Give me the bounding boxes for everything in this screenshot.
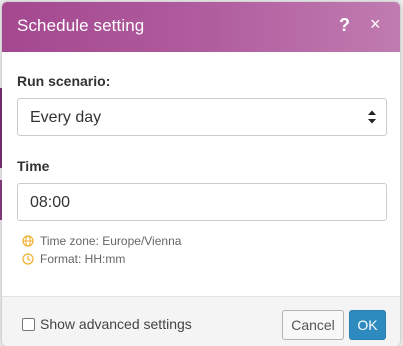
run-scenario-value: Every day [30, 109, 102, 126]
time-label: Time [17, 158, 50, 174]
close-button[interactable]: × [370, 14, 381, 35]
cancel-button[interactable]: Cancel [282, 310, 344, 340]
advanced-settings-label[interactable]: Show advanced settings [40, 316, 192, 332]
help-button[interactable]: ? [339, 15, 350, 36]
dialog-footer: Show advanced settings Cancel OK [2, 296, 400, 346]
clock-icon [22, 253, 34, 265]
run-scenario-select[interactable]: Every day [17, 98, 387, 136]
advanced-settings-checkbox[interactable] [22, 317, 35, 331]
advanced-settings-toggle[interactable]: Show advanced settings [22, 316, 192, 332]
dialog-header: Schedule setting ? × [2, 2, 400, 52]
timezone-hint: Time zone: Europe/Vienna [22, 234, 181, 248]
dialog-title: Schedule setting [17, 16, 145, 35]
time-input[interactable]: 08:00 [17, 183, 387, 221]
schedule-setting-dialog: Schedule setting ? × Run scenario: Every… [2, 2, 400, 346]
time-value: 08:00 [30, 194, 71, 211]
ok-button[interactable]: OK [349, 310, 386, 340]
dialog-body: Run scenario: Every day Time 08:00 Time … [2, 52, 400, 296]
globe-icon [22, 235, 34, 247]
run-scenario-label: Run scenario: [17, 73, 111, 89]
format-hint: Format: HH:mm [22, 252, 125, 266]
select-arrows-icon [368, 110, 376, 124]
timezone-hint-text: Time zone: Europe/Vienna [40, 234, 182, 248]
format-hint-text: Format: HH:mm [40, 252, 126, 266]
